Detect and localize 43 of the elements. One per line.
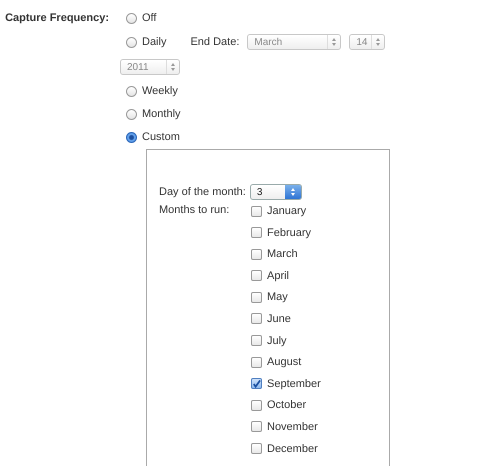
month-label: August [267, 356, 302, 368]
radio-button[interactable] [126, 36, 137, 48]
month-label: November [267, 420, 318, 433]
checkbox[interactable] [251, 313, 262, 324]
option-label: Daily [142, 36, 166, 48]
checkbox[interactable] [251, 248, 262, 260]
checkbox[interactable] [251, 227, 262, 238]
radio-button[interactable] [126, 108, 137, 120]
stepper-icon [284, 185, 301, 199]
month-label: March [267, 248, 298, 260]
month-label: June [267, 312, 291, 325]
radio-button[interactable] [126, 132, 137, 142]
option-label: Custom [142, 131, 180, 143]
end-date-label: End Date: [190, 36, 240, 48]
month-label: December [267, 442, 318, 455]
month-label: February [267, 226, 312, 239]
checkbox[interactable] [251, 378, 262, 390]
radio-button[interactable] [126, 12, 137, 24]
checkbox[interactable] [251, 206, 262, 216]
month-label: April [267, 270, 290, 282]
checkbox[interactable] [251, 400, 262, 411]
month-label: October [267, 399, 306, 412]
month-label: May [267, 291, 288, 304]
day-select[interactable]: 14 [349, 34, 386, 50]
months-label: Months to run: [159, 204, 230, 218]
month-select[interactable]: March [247, 34, 342, 50]
option-label: Monthly [142, 108, 181, 120]
day-label: Day of the month: [159, 186, 246, 198]
checkbox[interactable] [251, 356, 262, 368]
month-label: September [267, 378, 321, 390]
option-label: Weekly [142, 85, 178, 97]
month-label: July [267, 334, 287, 347]
year-select[interactable]: 2011 [120, 59, 180, 75]
checkbox[interactable] [251, 270, 262, 282]
checkbox[interactable] [251, 335, 262, 346]
checkbox[interactable] [251, 292, 262, 303]
option-label: Off [142, 12, 156, 24]
month-label: January [267, 205, 306, 217]
day-of-month-select[interactable]: 3 [250, 184, 302, 200]
checkbox[interactable] [251, 443, 262, 454]
field-label: Capture Frequency: [4, 11, 110, 26]
radio-button[interactable] [126, 86, 137, 96]
checkbox[interactable] [251, 421, 262, 432]
